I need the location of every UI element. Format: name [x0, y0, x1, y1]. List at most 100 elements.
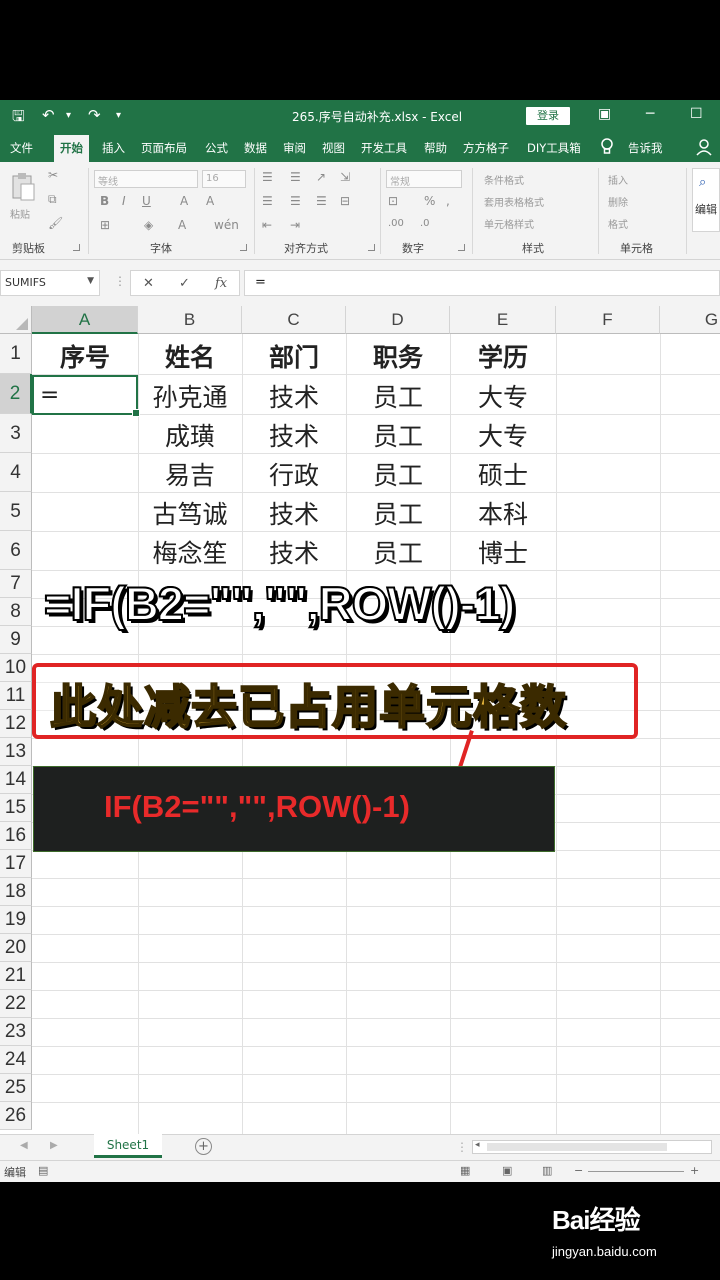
- border-icon[interactable]: ⊞: [100, 218, 110, 232]
- decrease-indent-icon[interactable]: ⇤: [262, 218, 272, 232]
- column-header-a[interactable]: A: [32, 306, 138, 334]
- prev-sheet-icon[interactable]: ◀: [20, 1140, 28, 1151]
- font-shrink-icon[interactable]: A: [206, 194, 214, 208]
- tab-diy-toolbox[interactable]: DIY工具箱: [527, 140, 581, 156]
- cell-e4[interactable]: 硕士: [450, 456, 556, 492]
- row-header-3[interactable]: 3: [0, 414, 32, 453]
- page-break-view-icon[interactable]: ▥: [542, 1164, 552, 1177]
- alignment-launcher-icon[interactable]: [368, 244, 375, 251]
- horizontal-scrollbar[interactable]: ◂: [472, 1140, 712, 1154]
- font-grow-icon[interactable]: A: [180, 194, 188, 208]
- row-header-15[interactable]: 15: [0, 794, 32, 822]
- conditional-formatting-button[interactable]: 条件格式: [484, 172, 524, 187]
- font-size-select[interactable]: 16: [202, 170, 246, 188]
- select-all-button[interactable]: [0, 306, 32, 334]
- undo-dropdown-icon[interactable]: ▾: [66, 110, 71, 121]
- save-icon[interactable]: 🖫: [12, 106, 25, 131]
- tab-fangfang[interactable]: 方方格子: [463, 140, 509, 156]
- cancel-icon[interactable]: ✕: [143, 276, 154, 291]
- wrap-text-icon[interactable]: ⇲: [340, 170, 350, 184]
- tab-help[interactable]: 帮助: [424, 140, 447, 156]
- undo-icon[interactable]: ↶: [42, 106, 55, 124]
- phonetic-icon[interactable]: wén: [214, 218, 239, 232]
- active-cell-a2[interactable]: =: [32, 375, 140, 417]
- row-header-14[interactable]: 14: [0, 766, 32, 794]
- row-header-4[interactable]: 4: [0, 453, 32, 492]
- increase-indent-icon[interactable]: ⇥: [290, 218, 300, 232]
- insert-function-icon[interactable]: fx: [215, 276, 227, 291]
- share-person-icon[interactable]: [696, 138, 714, 156]
- tab-review[interactable]: 审阅: [283, 140, 306, 156]
- tab-page-layout[interactable]: 页面布局: [141, 140, 187, 156]
- cell-c3[interactable]: 技术: [242, 417, 346, 453]
- comma-style-icon[interactable]: ,: [446, 194, 450, 208]
- cell-c5[interactable]: 技术: [242, 495, 346, 531]
- align-left-icon[interactable]: ☰: [262, 194, 273, 208]
- cell-b3[interactable]: 成璜: [138, 417, 242, 453]
- row-header-2[interactable]: 2: [0, 374, 32, 414]
- add-sheet-button[interactable]: +: [195, 1138, 212, 1155]
- cell-e3[interactable]: 大专: [450, 417, 556, 453]
- cell-c4[interactable]: 行政: [242, 456, 346, 492]
- ribbon-display-icon[interactable]: ▣: [598, 106, 611, 122]
- scroll-left-icon[interactable]: ◂: [475, 1140, 480, 1150]
- login-button[interactable]: 登录: [526, 107, 570, 125]
- cell-b5[interactable]: 古笃诚: [138, 495, 242, 531]
- cell-styles-button[interactable]: 单元格样式: [484, 216, 534, 231]
- row-header-13[interactable]: 13: [0, 738, 32, 766]
- row-header-12[interactable]: 12: [0, 710, 32, 738]
- tab-split-icon[interactable]: ⋮: [456, 1140, 468, 1154]
- sheet-tab-sheet1[interactable]: Sheet1: [94, 1134, 162, 1158]
- cell-e2[interactable]: 大专: [450, 378, 556, 414]
- number-format-select[interactable]: 常规: [386, 170, 462, 188]
- font-color-icon[interactable]: A: [178, 218, 186, 232]
- tab-insert[interactable]: 插入: [102, 140, 125, 156]
- orientation-icon[interactable]: ↗: [316, 170, 326, 184]
- percent-icon[interactable]: %: [424, 194, 435, 208]
- paste-icon[interactable]: [10, 172, 36, 202]
- row-header-17[interactable]: 17: [0, 850, 32, 878]
- format-cells-button[interactable]: 格式: [608, 216, 628, 231]
- delete-cells-button[interactable]: 删除: [608, 194, 628, 209]
- chevron-down-icon[interactable]: ▼: [87, 276, 94, 286]
- insert-cells-button[interactable]: 插入: [608, 172, 628, 187]
- maximize-button[interactable]: ☐: [690, 106, 703, 122]
- tab-developer[interactable]: 开发工具: [361, 140, 407, 156]
- underline-icon[interactable]: U: [142, 194, 151, 208]
- column-header-b[interactable]: B: [138, 306, 242, 334]
- editing-group[interactable]: ⌕ 编辑: [692, 168, 720, 232]
- cell-a1[interactable]: 序号: [32, 338, 138, 374]
- tab-data[interactable]: 数据: [244, 140, 267, 156]
- font-name-select[interactable]: 等线: [94, 170, 198, 188]
- row-header-26[interactable]: 26: [0, 1102, 32, 1130]
- cell-d2[interactable]: 员工: [346, 378, 450, 414]
- row-header-11[interactable]: 11: [0, 682, 32, 710]
- minimize-button[interactable]: ─: [646, 106, 654, 122]
- clipboard-launcher-icon[interactable]: [73, 244, 80, 251]
- tab-home[interactable]: 开始: [54, 135, 89, 162]
- row-header-23[interactable]: 23: [0, 1018, 32, 1046]
- cell-b2[interactable]: 孙克通: [138, 378, 242, 414]
- number-launcher-icon[interactable]: [458, 244, 465, 251]
- next-sheet-icon[interactable]: ▶: [50, 1140, 58, 1151]
- align-top-icon[interactable]: ☰: [262, 170, 273, 184]
- tab-view[interactable]: 视图: [322, 140, 345, 156]
- row-header-9[interactable]: 9: [0, 626, 32, 654]
- cell-b4[interactable]: 易吉: [138, 456, 242, 492]
- row-header-5[interactable]: 5: [0, 492, 32, 531]
- redo-icon[interactable]: ↷: [88, 106, 101, 124]
- name-box[interactable]: SUMIFS ▼: [0, 270, 100, 296]
- increase-decimal-icon[interactable]: .00: [388, 218, 404, 229]
- column-header-f[interactable]: F: [556, 306, 660, 334]
- page-layout-view-icon[interactable]: ▣: [502, 1164, 512, 1177]
- row-header-8[interactable]: 8: [0, 598, 32, 626]
- cell-d6[interactable]: 员工: [346, 534, 450, 570]
- scrollbar-thumb[interactable]: [487, 1143, 667, 1151]
- row-header-20[interactable]: 20: [0, 934, 32, 962]
- column-header-d[interactable]: D: [346, 306, 450, 334]
- cell-d1[interactable]: 职务: [346, 338, 450, 374]
- tab-formulas[interactable]: 公式: [205, 140, 228, 156]
- align-center-icon[interactable]: ☰: [290, 194, 301, 208]
- bold-icon[interactable]: B: [100, 194, 109, 208]
- zoom-slider[interactable]: [588, 1171, 684, 1172]
